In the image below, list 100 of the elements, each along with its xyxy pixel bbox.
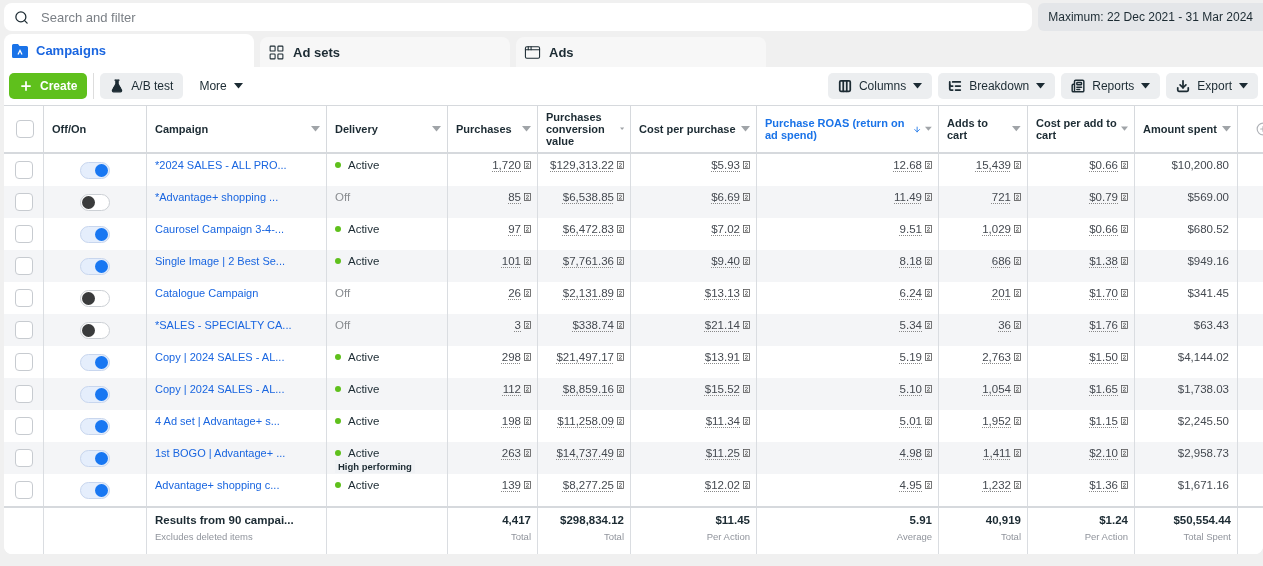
- row-checkbox[interactable]: [14, 321, 33, 339]
- attribution-icon: [1121, 161, 1128, 169]
- table-cell: $2.10: [1089, 447, 1118, 459]
- attribution-icon: [925, 321, 932, 329]
- campaign-link[interactable]: Advantage+ shopping c...: [155, 479, 280, 491]
- toggle-switch[interactable]: [80, 321, 110, 339]
- row-checkbox[interactable]: [14, 225, 33, 243]
- row-checkbox[interactable]: [14, 385, 33, 403]
- row-checkbox[interactable]: [14, 417, 33, 435]
- table-cell: 8.18: [899, 255, 922, 267]
- breakdown-button[interactable]: Breakdown: [938, 73, 1056, 99]
- table-cell: 2,763: [982, 351, 1011, 363]
- campaign-link[interactable]: Copy | 2024 SALES - AL...: [155, 351, 285, 363]
- export-button[interactable]: Export: [1166, 73, 1258, 99]
- table-cell: $14,737.49: [556, 447, 614, 459]
- attribution-icon: [743, 193, 750, 201]
- search-field[interactable]: Search and filter: [4, 3, 1033, 31]
- status-dot: [335, 354, 341, 360]
- campaign-link[interactable]: *2024 SALES - ALL PRO...: [155, 159, 287, 171]
- sort-caret-icon: [741, 126, 750, 132]
- table-cell: $6,472.83: [562, 223, 614, 235]
- column-header[interactable]: Delivery: [335, 123, 378, 135]
- folder-icon: [12, 43, 28, 58]
- toggle-switch[interactable]: [80, 481, 110, 499]
- tab[interactable]: Campaigns: [4, 34, 254, 67]
- reports-button[interactable]: Reports: [1061, 73, 1161, 99]
- column-header[interactable]: Off/On: [52, 123, 87, 135]
- delivery-status: Active: [335, 479, 380, 491]
- tab[interactable]: Ads: [516, 37, 766, 67]
- toggle-switch[interactable]: [80, 225, 110, 243]
- toggle-switch[interactable]: [80, 193, 110, 211]
- attribution-icon: [617, 161, 624, 169]
- status-dot: [335, 162, 341, 168]
- attribution-icon: [1121, 449, 1128, 457]
- column-header[interactable]: Purchase ROAS (return on ad spend): [765, 117, 922, 141]
- campaign-link[interactable]: Caurosel Campaign 3-4-...: [155, 223, 284, 235]
- row-checkbox[interactable]: [14, 481, 33, 499]
- table-cell: 36: [998, 319, 1011, 331]
- toggle-switch[interactable]: [80, 161, 110, 179]
- table-cell: 85: [508, 191, 521, 203]
- row-checkbox[interactable]: [14, 161, 33, 179]
- campaign-link[interactable]: *Advantage+ shopping ...: [155, 191, 279, 203]
- column-header[interactable]: Cost per purchase: [639, 123, 736, 135]
- table-cell: $9.40: [711, 255, 740, 267]
- campaign-link[interactable]: *SALES - SPECIALTY CA...: [155, 319, 292, 331]
- column-header[interactable]: Purchases conversion value: [546, 111, 616, 147]
- row-checkbox[interactable]: [14, 449, 33, 467]
- status-dot: [335, 418, 341, 424]
- toggle-switch[interactable]: [80, 353, 110, 371]
- attribution-icon: [743, 481, 750, 489]
- abtest-button[interactable]: A/B test: [100, 73, 184, 99]
- table-cell: $1.38: [1089, 255, 1118, 267]
- table-cell: $5.93: [711, 159, 740, 171]
- column-header[interactable]: Campaign: [155, 123, 209, 135]
- column-header[interactable]: Cost per add to cart: [1036, 117, 1117, 141]
- column-header[interactable]: Amount spent: [1143, 123, 1217, 135]
- more-button[interactable]: More: [189, 73, 253, 99]
- attribution-icon: [524, 481, 531, 489]
- attribution-icon: [925, 225, 932, 233]
- status-dot: [335, 386, 341, 392]
- table-cell: 201: [991, 287, 1011, 299]
- total-value: 4,417: [502, 514, 531, 526]
- toggle-switch[interactable]: [80, 289, 110, 307]
- column-header[interactable]: Purchases: [456, 123, 512, 135]
- attribution-icon: [524, 449, 531, 457]
- attribution-icon: [1121, 193, 1128, 201]
- row-checkbox[interactable]: [14, 193, 33, 211]
- campaign-link[interactable]: Single Image | 2 Best Se...: [155, 255, 286, 267]
- attribution-icon: [743, 225, 750, 233]
- sort-caret-icon: [1121, 126, 1128, 132]
- table-cell: $1.36: [1089, 479, 1118, 491]
- table-cell: 1,720: [492, 159, 521, 171]
- row-checkbox[interactable]: [14, 289, 33, 307]
- table-cell: $569.00: [1187, 191, 1229, 203]
- column-header[interactable]: Adds to cart: [947, 117, 1009, 141]
- toggle-switch[interactable]: [80, 417, 110, 435]
- campaign-link[interactable]: Catalogue Campaign: [155, 287, 259, 299]
- toggle-switch[interactable]: [80, 449, 110, 467]
- attribution-icon: [1121, 289, 1128, 297]
- tab[interactable]: Ad sets: [260, 37, 510, 67]
- status-dot: [335, 226, 341, 232]
- toggle-switch[interactable]: [80, 385, 110, 403]
- toggle-switch[interactable]: [80, 257, 110, 275]
- columns-button[interactable]: Columns: [827, 73, 933, 99]
- attribution-icon: [1121, 321, 1128, 329]
- attribution-icon: [1014, 225, 1021, 233]
- campaign-link[interactable]: Copy | 2024 SALES - AL...: [155, 383, 285, 395]
- attribution-icon: [1014, 481, 1021, 489]
- select-all-checkbox[interactable]: [15, 120, 34, 138]
- attribution-icon: [617, 481, 624, 489]
- row-checkbox[interactable]: [14, 257, 33, 275]
- sort-caret-icon: [432, 126, 441, 132]
- date-range-button[interactable]: Maximum: 22 Dec 2021 - 31 Mar 2024: [1038, 3, 1263, 31]
- campaign-link[interactable]: 1st BOGO | Advantage+ ...: [155, 447, 286, 459]
- window-icon: [524, 43, 541, 61]
- row-checkbox[interactable]: [14, 353, 33, 371]
- table-cell: $341.45: [1187, 287, 1229, 299]
- table-cell: 198: [501, 415, 521, 427]
- table-cell: 1,411: [983, 447, 1011, 459]
- campaign-link[interactable]: 4 Ad set | Advantage+ s...: [155, 415, 280, 427]
